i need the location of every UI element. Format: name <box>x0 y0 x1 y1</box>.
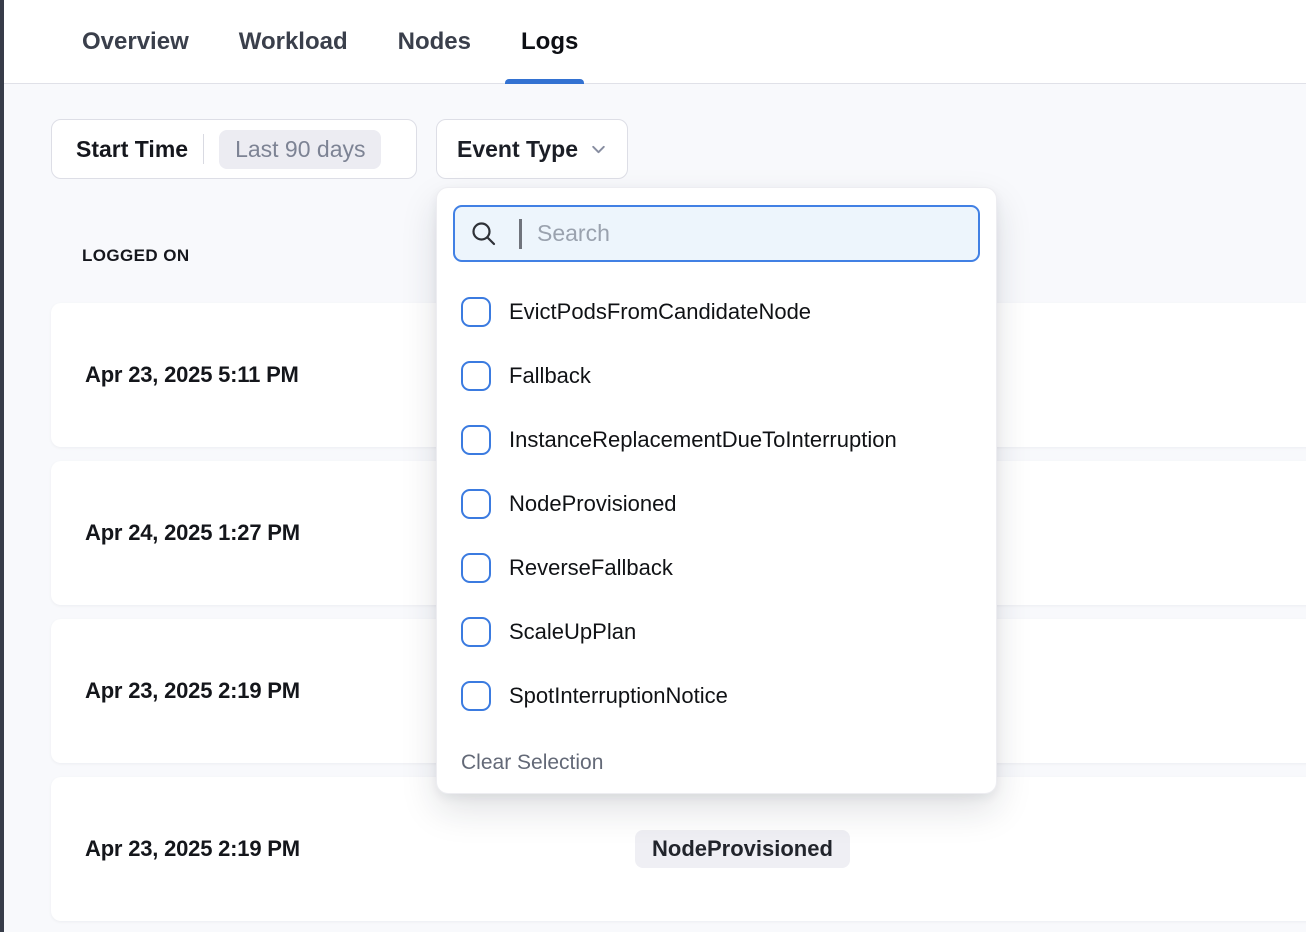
option-label: NodeProvisioned <box>509 491 677 517</box>
option-checkbox[interactable] <box>461 297 491 327</box>
option-label: Fallback <box>509 363 591 389</box>
start-time-label: Start Time <box>76 136 188 163</box>
option-checkbox[interactable] <box>461 617 491 647</box>
active-tab-indicator <box>505 79 584 84</box>
option-checkbox[interactable] <box>461 425 491 455</box>
filter-divider <box>203 134 204 164</box>
event-type-filter-button[interactable]: Event Type <box>436 119 628 179</box>
event-type-option[interactable]: InstanceReplacementDueToInterruption <box>437 408 996 472</box>
event-type-option[interactable]: ReverseFallback <box>437 536 996 600</box>
search-icon <box>470 220 497 247</box>
option-checkbox[interactable] <box>461 553 491 583</box>
log-row[interactable]: Apr 23, 2025 2:19 PM NodeProvisioned <box>51 777 1306 921</box>
search-input[interactable] <box>536 220 963 247</box>
start-time-value-pill: Last 90 days <box>219 130 381 169</box>
logged-on-value: Apr 23, 2025 2:19 PM <box>85 619 300 763</box>
event-type-badge: NodeProvisioned <box>635 830 850 868</box>
logged-on-value: Apr 24, 2025 1:27 PM <box>85 461 300 605</box>
chevron-down-icon <box>590 141 607 158</box>
logged-on-value: Apr 23, 2025 2:19 PM <box>85 777 300 921</box>
option-checkbox[interactable] <box>461 489 491 519</box>
event-type-option[interactable]: ScaleUpPlan <box>437 600 996 664</box>
tab-logs-label: Logs <box>521 28 578 56</box>
event-type-option[interactable]: SpotInterruptionNotice <box>437 664 996 728</box>
option-checkbox[interactable] <box>461 681 491 711</box>
event-type-label: Event Type <box>457 136 578 163</box>
logged-on-value: Apr 23, 2025 5:11 PM <box>85 303 299 447</box>
tab-logs[interactable]: Logs <box>521 0 578 84</box>
option-label: ReverseFallback <box>509 555 673 581</box>
event-type-option[interactable]: EvictPodsFromCandidateNode <box>437 280 996 344</box>
event-type-option-list: EvictPodsFromCandidateNode Fallback Inst… <box>437 280 996 728</box>
tab-nodes[interactable]: Nodes <box>398 0 471 84</box>
option-label: ScaleUpPlan <box>509 619 636 645</box>
option-label: EvictPodsFromCandidateNode <box>509 299 811 325</box>
tab-overview[interactable]: Overview <box>82 0 189 84</box>
sidebar-edge-strip <box>0 0 4 932</box>
start-time-filter-button[interactable]: Start Time Last 90 days <box>51 119 417 179</box>
column-header-logged-on: LOGGED ON <box>82 246 190 266</box>
tab-bar: Overview Workload Nodes Logs <box>4 0 1306 84</box>
option-checkbox[interactable] <box>461 361 491 391</box>
tab-workload[interactable]: Workload <box>239 0 348 84</box>
option-label: SpotInterruptionNotice <box>509 683 728 709</box>
clear-selection-button[interactable]: Clear Selection <box>461 751 603 775</box>
event-type-option[interactable]: NodeProvisioned <box>437 472 996 536</box>
text-cursor <box>519 219 522 249</box>
option-label: InstanceReplacementDueToInterruption <box>509 427 897 453</box>
event-type-option[interactable]: Fallback <box>437 344 996 408</box>
event-type-dropdown-panel: EvictPodsFromCandidateNode Fallback Inst… <box>436 187 997 794</box>
dropdown-search-box <box>453 205 980 262</box>
